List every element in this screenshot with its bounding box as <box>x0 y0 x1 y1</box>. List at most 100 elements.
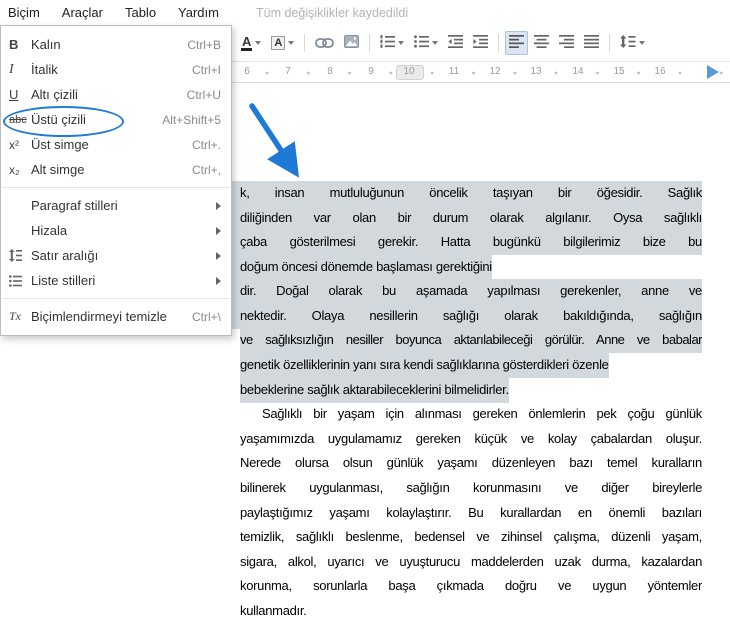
save-status: Tüm değişiklikler kaydedildi <box>256 6 408 20</box>
ruler-number: 6 <box>238 66 256 77</box>
document-line: doğum öncesi dönemde başlaması gerektiği… <box>232 255 492 280</box>
outdent-icon <box>448 35 463 51</box>
document-line: korunma, sorunlarla başa çıkmada doğru v… <box>240 574 702 599</box>
document-line: Sağlıklı bir yaşam için alınması gereken… <box>240 402 702 427</box>
annotation-arrow-icon <box>240 98 320 193</box>
align-center-button[interactable] <box>530 31 553 55</box>
italic-icon: I <box>9 62 31 78</box>
menu-item-liste-stilleri[interactable]: Liste stilleri <box>1 268 231 293</box>
bulleted-list-button[interactable] <box>410 31 442 55</box>
right-indent-marker-icon[interactable] <box>707 65 719 79</box>
menu-item-bicimlendirmeyi-temizle[interactable]: Tx Biçimlendirmeyi temizle Ctrl+\ <box>1 304 231 329</box>
document-line: k, insan mutluluğunun öncelik taşıyan bi… <box>232 181 702 206</box>
chevron-down-icon <box>398 41 404 45</box>
line-spacing-icon <box>620 35 636 51</box>
menu-item-label: Alt simge <box>31 162 184 177</box>
menu-item-label: Kalın <box>31 37 179 52</box>
numbered-list-icon <box>380 35 395 51</box>
chevron-down-icon <box>432 41 438 45</box>
document-line: Nerede olursa olsun günlük yaşamı düzenl… <box>240 451 702 476</box>
menu-araclar[interactable]: Araçlar <box>51 0 114 25</box>
insert-image-button[interactable] <box>340 31 363 55</box>
menu-item-shortcut: Ctrl+, <box>192 163 221 177</box>
bold-icon: B <box>9 37 31 52</box>
submenu-arrow-icon <box>216 277 221 285</box>
text-color-button[interactable]: A <box>237 31 265 55</box>
strikethrough-icon: abc <box>9 114 31 126</box>
menu-item-label: Hizala <box>31 223 208 238</box>
toolbar-separator <box>498 34 499 52</box>
ruler-number: 12 <box>486 66 504 77</box>
menu-tablo[interactable]: Tablo <box>114 0 167 25</box>
chevron-down-icon <box>639 41 645 45</box>
document-line: bebeklerine sağlık aktarabileceklerini b… <box>240 378 509 403</box>
document-line: yaşamımızda uygulamamız gereken küçük ve… <box>240 427 702 452</box>
menu-item-alt-simge[interactable]: x₂ Alt simge Ctrl+, <box>1 157 231 182</box>
superscript-icon: x² <box>9 138 31 152</box>
format-menu-dropdown: B Kalın Ctrl+B I İtalik Ctrl+I U Altı çi… <box>0 25 232 336</box>
align-right-icon <box>559 35 574 51</box>
menu-item-italik[interactable]: I İtalik Ctrl+I <box>1 57 231 82</box>
submenu-arrow-icon <box>216 227 221 235</box>
ruler-number: 16 <box>651 66 669 77</box>
document-line: diliğinden var olan bir durum olarak alg… <box>232 206 702 231</box>
ruler-number: 14 <box>569 66 587 77</box>
chevron-down-icon <box>288 41 294 45</box>
menu-item-shortcut: Ctrl+U <box>187 88 221 102</box>
document-line: bilinerek uygulanması, sağlığın korunmas… <box>240 476 702 501</box>
menu-item-shortcut: Ctrl+\ <box>192 310 221 324</box>
list-styles-icon <box>9 275 31 287</box>
menu-item-ustu-cizili[interactable]: abc Üstü çizili Alt+Shift+5 <box>1 107 231 132</box>
toolbar-separator <box>304 34 305 52</box>
menu-item-label: Satır aralığı <box>31 248 208 263</box>
increase-indent-button[interactable] <box>469 31 492 55</box>
link-icon <box>315 36 334 51</box>
insert-link-button[interactable] <box>311 31 338 55</box>
menu-item-label: İtalik <box>31 62 184 77</box>
align-center-icon <box>534 35 549 51</box>
document-line: genetik özelliklerinin yanı sıra kendi s… <box>240 353 609 378</box>
chevron-down-icon <box>255 41 261 45</box>
document-line: ve sağlıksızlığın nesiller boyunca aktar… <box>240 328 702 353</box>
text-color-icon: A <box>241 36 252 51</box>
document-line: kullanmadır. <box>240 599 307 624</box>
line-spacing-icon <box>9 249 31 262</box>
menu-item-label: Üst simge <box>31 137 184 152</box>
decrease-indent-button[interactable] <box>444 31 467 55</box>
menu-item-label: Liste stilleri <box>31 273 208 288</box>
indent-icon <box>473 35 488 51</box>
menu-item-paragraf-stilleri[interactable]: Paragraf stilleri <box>1 193 231 218</box>
menu-bicim[interactable]: Biçim <box>0 0 51 25</box>
menu-item-label: Altı çizili <box>31 87 179 102</box>
menu-item-alti-cizili[interactable]: U Altı çizili Ctrl+U <box>1 82 231 107</box>
align-right-button[interactable] <box>555 31 578 55</box>
line-spacing-button[interactable] <box>616 31 649 55</box>
document-line: nektedir. Olaya nesillerin sağlığı olara… <box>232 304 702 329</box>
document-line: paylaştığımız yaşamı kolaylaştırır. Bu k… <box>240 501 702 526</box>
align-left-button[interactable] <box>505 31 528 55</box>
submenu-arrow-icon <box>216 252 221 260</box>
align-justify-button[interactable] <box>580 31 603 55</box>
menu-item-hizala[interactable]: Hizala <box>1 218 231 243</box>
menu-item-shortcut: Ctrl+. <box>192 138 221 152</box>
menu-item-kalin[interactable]: B Kalın Ctrl+B <box>1 32 231 57</box>
bulleted-list-icon <box>414 35 429 51</box>
document-line: çaba gösterilmesi gerekir. Hatta bugünkü… <box>232 230 702 255</box>
menu-item-ust-simge[interactable]: x² Üst simge Ctrl+. <box>1 132 231 157</box>
menu-item-label: Biçimlendirmeyi temizle <box>31 309 184 324</box>
numbered-list-button[interactable] <box>376 31 408 55</box>
highlight-color-button[interactable]: A <box>267 31 298 55</box>
submenu-arrow-icon <box>216 202 221 210</box>
menu-yardim[interactable]: Yardım <box>167 0 230 25</box>
menu-separator <box>2 187 230 188</box>
highlight-color-icon: A <box>271 36 285 50</box>
document-line: dir. Doğal olarak bu aşamada yapılması g… <box>232 279 702 304</box>
clear-formatting-icon: Tx <box>9 309 31 324</box>
ruler-number: 11 <box>445 66 463 77</box>
align-left-icon <box>509 35 524 51</box>
menu-item-shortcut: Ctrl+B <box>187 38 221 52</box>
ruler-number: 9 <box>362 66 380 77</box>
menu-item-label: Üstü çizili <box>31 112 154 127</box>
menu-item-satir-araligi[interactable]: Satır aralığı <box>1 243 231 268</box>
menu-item-label: Paragraf stilleri <box>31 198 208 213</box>
